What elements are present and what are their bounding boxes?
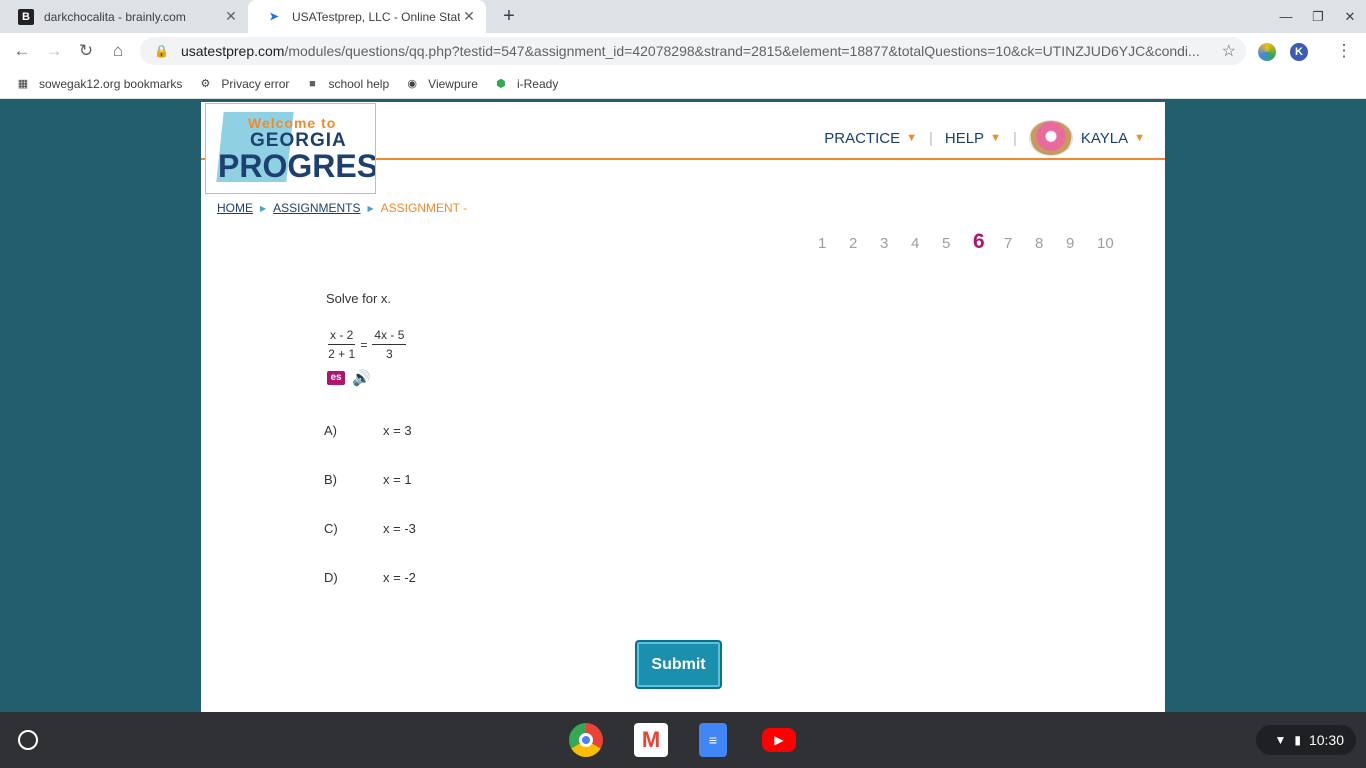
nav-separator: |	[928, 129, 933, 147]
youtube-app-icon[interactable]: ▶	[762, 728, 796, 752]
minimize-icon[interactable]: —	[1270, 0, 1302, 33]
cube-icon: ⬢	[496, 78, 506, 90]
menu-icon[interactable]: ⋮	[1332, 39, 1356, 63]
bookmarks-icon: ▦	[17, 78, 29, 90]
question-prompt: Solve for x.	[326, 291, 392, 306]
breadcrumb-assignments[interactable]: ASSIGNMENTS	[273, 201, 360, 215]
breadcrumb-arrow-icon: ▶	[367, 203, 374, 213]
dropdown-triangle-icon: ▼	[990, 132, 1001, 144]
window-close-icon[interactable]: ✕	[1334, 0, 1366, 33]
gmail-app-icon[interactable]: M	[634, 723, 668, 757]
tab-strip: B darkchocalita - brainly.com ✕ ➤ USATes…	[0, 0, 1366, 33]
question-number-3[interactable]: 3	[880, 235, 911, 252]
breadcrumb-home[interactable]: HOME	[217, 201, 253, 215]
launcher-icon[interactable]	[18, 730, 38, 750]
dropdown-triangle-icon: ▼	[1134, 132, 1145, 144]
tab-usatestprep[interactable]: ➤ USATestprep, LLC - Online State-S ✕	[248, 0, 486, 33]
bookmark-viewpure[interactable]: ◉ Viewpure	[405, 77, 478, 91]
answer-option-d[interactable]: D) x = -2	[324, 570, 416, 585]
equation: x - 2 2 + 1 = 4x - 5 3	[328, 328, 407, 361]
bookmark-sowegak12[interactable]: ▦ sowegak12.org bookmarks	[16, 77, 183, 91]
back-icon[interactable]: ←	[10, 39, 34, 63]
dropdown-triangle-icon: ▼	[906, 132, 917, 144]
new-tab-button[interactable]: +	[498, 5, 520, 27]
os-shelf: M ≡ ▶ ▼ ▮ 10:30	[0, 712, 1366, 768]
top-nav: PRACTICE ▼ | HELP ▼ | KAYLA ▼	[824, 120, 1145, 156]
rhs-fraction: 4x - 5 3	[372, 328, 407, 361]
home-icon[interactable]: ⌂	[106, 39, 130, 63]
brainly-favicon-icon: B	[18, 8, 34, 25]
docs-app-icon[interactable]: ≡	[699, 723, 727, 757]
page-content: Welcome to GEORGIA PROGRESS PRACTICE ▼ |…	[201, 102, 1165, 712]
extension-icon[interactable]	[1258, 43, 1276, 61]
close-icon[interactable]: ✕	[460, 8, 478, 25]
speaker-icon[interactable]: 🔊	[352, 369, 371, 387]
bookmark-iready[interactable]: ⬢ i-Ready	[494, 77, 558, 91]
breadcrumb-current: ASSIGNMENT -	[380, 201, 468, 215]
question-number-10[interactable]: 10	[1097, 235, 1128, 252]
nav-practice[interactable]: PRACTICE ▼	[824, 130, 917, 147]
lock-icon: 🔒	[154, 44, 169, 58]
question-number-1[interactable]: 1	[818, 235, 849, 252]
browser-toolbar: ← → ↻ ⌂ 🔒 usatestprep.com/modules/questi…	[0, 33, 1366, 69]
status-tray[interactable]: ▼ ▮ 10:30	[1256, 725, 1356, 755]
spanish-translate-icon[interactable]: es	[327, 371, 345, 385]
globe-icon: ◉	[407, 78, 417, 90]
cursor-icon: ➤	[269, 11, 279, 23]
close-icon[interactable]: ✕	[222, 8, 240, 25]
reload-icon[interactable]: ↻	[74, 39, 98, 63]
bookmark-star-icon[interactable]: ☆	[1222, 41, 1236, 61]
bookmark-school-help[interactable]: ■ school help	[305, 77, 389, 91]
breadcrumb-arrow-icon: ▶	[260, 203, 267, 213]
lhs-fraction: x - 2 2 + 1	[328, 328, 356, 361]
nav-help[interactable]: HELP ▼	[945, 130, 1001, 147]
question-number-7[interactable]: 7	[1004, 235, 1035, 252]
answer-option-a[interactable]: A) x = 3	[324, 423, 412, 438]
tab-brainly[interactable]: B darkchocalita - brainly.com ✕	[0, 0, 248, 33]
privacy-icon: ⚙	[200, 78, 211, 90]
clock: 10:30	[1308, 732, 1344, 748]
restore-icon[interactable]: ❐	[1302, 0, 1334, 33]
question-pager: 1 2 3 4 5 6 7 8 9 10	[818, 230, 1128, 254]
tab-label: USATestprep, LLC - Online State-S	[292, 9, 460, 24]
question-number-8[interactable]: 8	[1035, 235, 1066, 252]
breadcrumb: HOME ▶ ASSIGNMENTS ▶ ASSIGNMENT -	[217, 201, 467, 215]
bookmarks-bar: ▦ sowegak12.org bookmarks ⚙ Privacy erro…	[0, 69, 1366, 99]
nav-user[interactable]: KAYLA ▼	[1028, 120, 1145, 156]
answer-option-c[interactable]: C) x = -3	[324, 521, 416, 536]
avatar	[1028, 120, 1073, 156]
site-header: Welcome to GEORGIA PROGRESS PRACTICE ▼ |…	[201, 102, 1165, 194]
question-number-5[interactable]: 5	[942, 235, 973, 252]
question-number-9[interactable]: 9	[1066, 235, 1097, 252]
battery-icon: ▮	[1294, 733, 1301, 747]
address-bar[interactable]: 🔒 usatestprep.com/modules/questions/qq.p…	[140, 37, 1246, 65]
tab-label: darkchocalita - brainly.com	[44, 9, 186, 24]
wifi-icon: ▼	[1274, 733, 1287, 747]
question-number-4[interactable]: 4	[911, 235, 942, 252]
question-number-2[interactable]: 2	[849, 235, 880, 252]
forward-icon[interactable]: →	[42, 39, 66, 63]
bookmark-privacy-error[interactable]: ⚙ Privacy error	[198, 77, 289, 91]
georgia-progress-logo[interactable]: Welcome to GEORGIA PROGRESS	[205, 103, 376, 194]
nav-separator: |	[1012, 129, 1017, 147]
submit-button[interactable]: Submit	[635, 640, 722, 689]
question-tools: es 🔊	[327, 369, 371, 387]
question-number-6-active[interactable]: 6	[973, 230, 1004, 254]
answer-option-b[interactable]: B) x = 1	[324, 472, 412, 487]
k-extension-icon[interactable]: K	[1290, 43, 1308, 61]
chrome-app-icon[interactable]	[569, 723, 603, 757]
url-text: usatestprep.com/modules/questions/qq.php…	[180, 43, 1200, 59]
folder-icon: ■	[309, 77, 316, 90]
